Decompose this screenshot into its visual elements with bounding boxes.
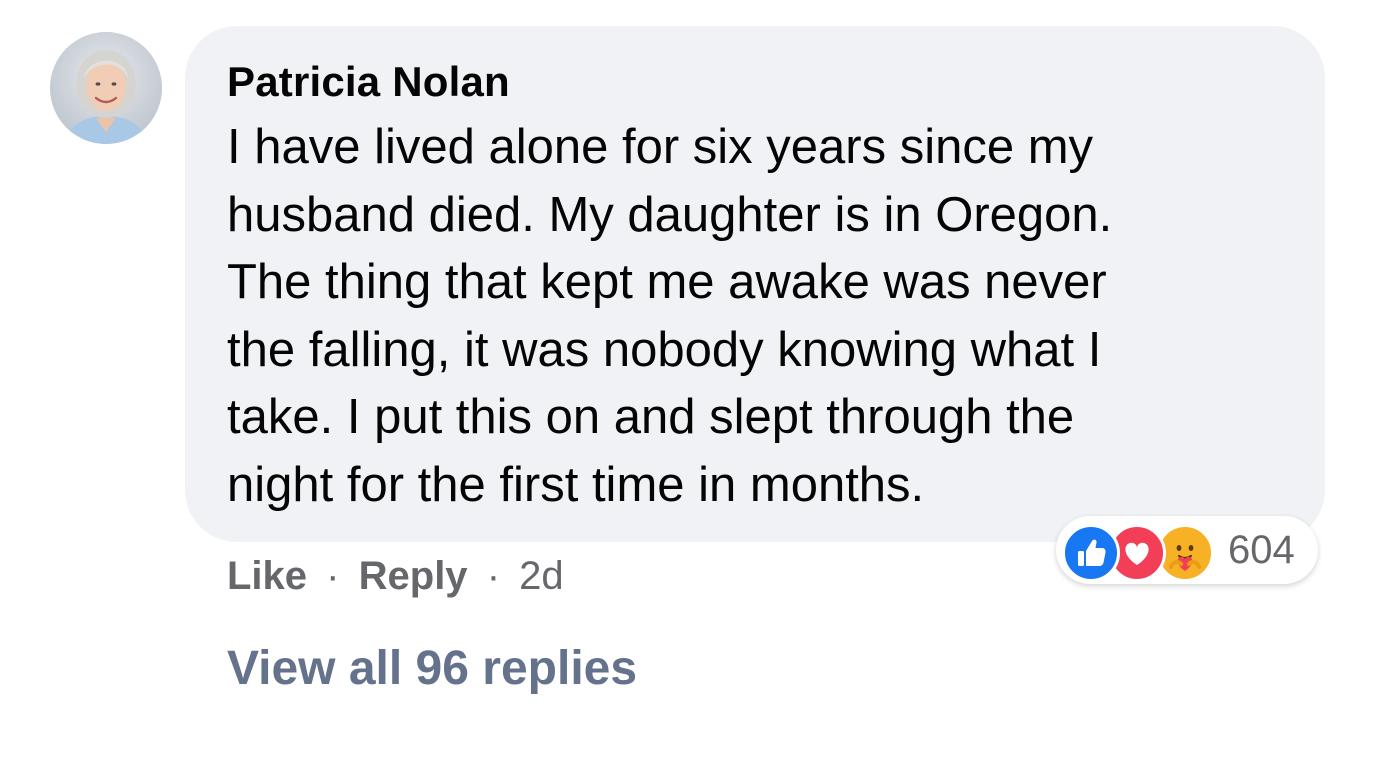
comment-text-line: take. I put this on and slept through th… xyxy=(227,390,1075,444)
timestamp[interactable]: 2d xyxy=(519,554,564,598)
author-name[interactable]: Patricia Nolan xyxy=(227,56,1283,108)
comment-bubble: Patricia Nolan I have lived alone for si… xyxy=(185,26,1325,542)
avatar[interactable] xyxy=(50,32,162,144)
comment-text: I have lived alone for six years since m… xyxy=(227,114,1267,519)
reaction-count: 604 xyxy=(1228,528,1295,572)
view-replies-link[interactable]: View all 96 replies xyxy=(227,640,637,698)
comment: Patricia Nolan I have lived alone for si… xyxy=(0,0,1376,768)
comment-text-line: night for the first time in months. xyxy=(227,457,925,512)
comment-text-line: The thing that kept me awake was never xyxy=(227,255,1107,309)
comment-text-line: the falling, it was nobody knowing what … xyxy=(227,322,1102,377)
comment-text-line: I have lived alone for six years since m… xyxy=(227,120,1094,174)
separator: · xyxy=(486,554,501,598)
comment-text-line: husband died. My daughter is in Oregon. xyxy=(227,187,1113,242)
reply-button[interactable]: Reply xyxy=(359,554,468,598)
avatar-photo xyxy=(50,32,162,144)
like-button[interactable]: Like xyxy=(227,554,307,598)
separator: · xyxy=(326,554,340,598)
reactions-summary[interactable]: 604 xyxy=(1056,516,1318,584)
comment-actions: Like · Reply · 2d xyxy=(227,552,564,600)
like-icon xyxy=(1062,524,1120,582)
